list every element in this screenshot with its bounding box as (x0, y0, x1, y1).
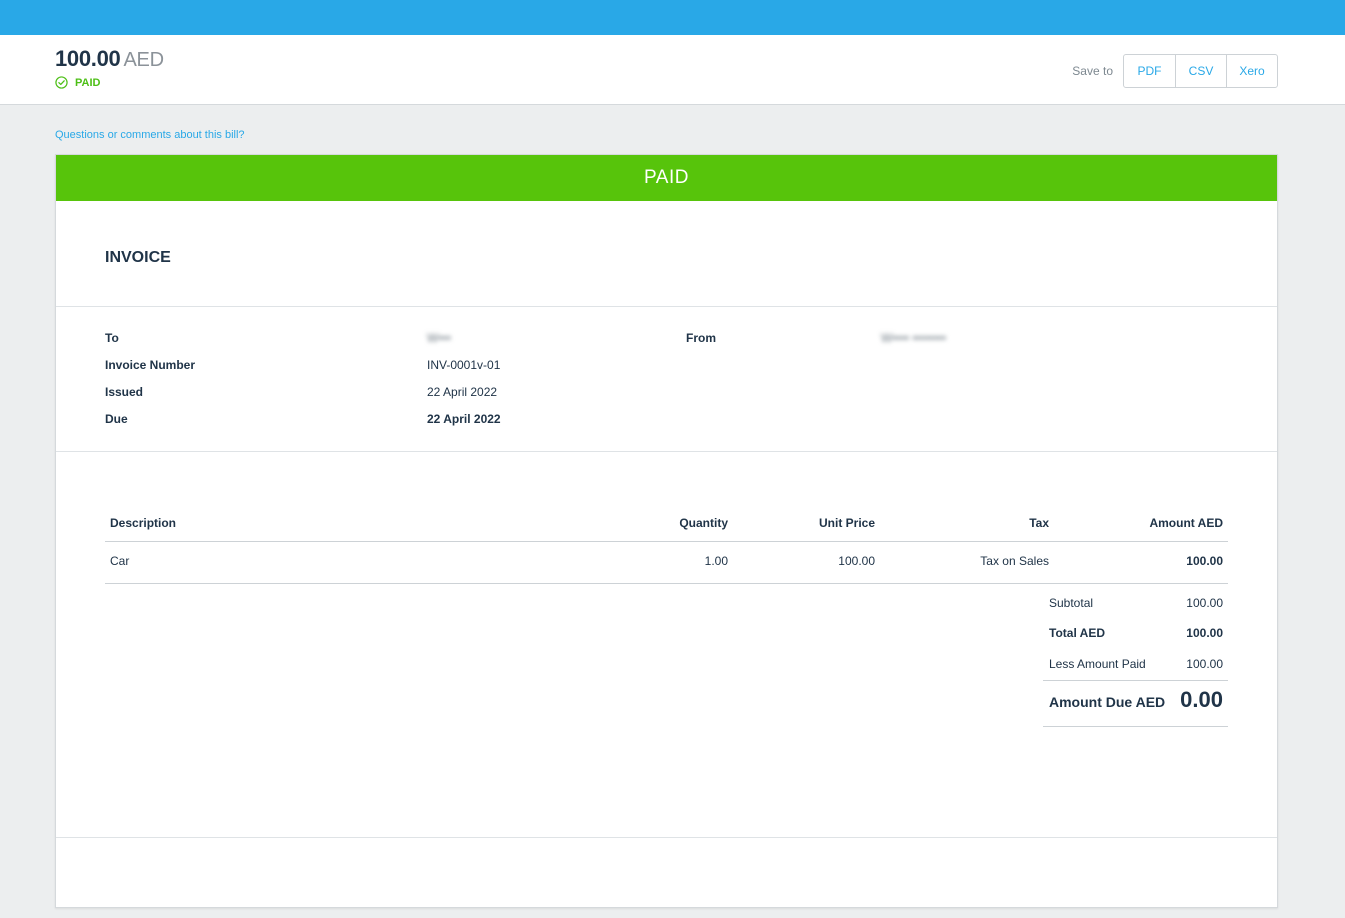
subtotal-value: 100.00 (1186, 596, 1223, 610)
due-label: Due (105, 412, 128, 426)
amount-paid-value: 100.00 (1186, 657, 1223, 671)
bill-header: 100.00 AED PAID Save to PDF CSV Xero (0, 35, 1345, 105)
table-header-rule (105, 541, 1228, 542)
export-button-group: PDF CSV Xero (1123, 54, 1278, 88)
row-quantity: 1.00 (704, 554, 728, 568)
status-badge: PAID (55, 76, 100, 89)
amount-value: 100.00 (55, 46, 121, 71)
top-bar (0, 0, 1345, 35)
issued-label: Issued (105, 385, 144, 399)
col-header-tax: Tax (1029, 516, 1049, 530)
bill-amount: 100.00 AED (55, 46, 164, 72)
total-label: Total AED (1049, 626, 1105, 640)
due-value: 22 April 2022 (427, 412, 501, 426)
to-label: To (105, 331, 119, 345)
totals-bottom-rule (1043, 726, 1228, 727)
amount-currency: AED (123, 49, 165, 71)
check-circle-icon (55, 76, 68, 89)
save-csv-button[interactable]: CSV (1175, 55, 1226, 87)
col-header-amount: Amount AED (1149, 516, 1223, 530)
amount-paid-label: Less Amount Paid (1049, 657, 1146, 671)
totals-rule (1043, 680, 1228, 681)
save-pdf-button[interactable]: PDF (1124, 55, 1175, 87)
from-value: W•••• •••••••• (881, 331, 947, 345)
footer-divider (56, 837, 1277, 838)
divider (56, 306, 1277, 307)
table-row-rule (105, 583, 1228, 584)
save-xero-button[interactable]: Xero (1226, 55, 1277, 87)
save-to-group: Save to PDF CSV Xero (1072, 54, 1278, 88)
row-description: Car (110, 554, 130, 568)
status-text: PAID (75, 76, 101, 89)
invoice-number-value: INV-0001v-01 (427, 358, 501, 372)
from-label: From (686, 331, 716, 345)
col-header-description: Description (110, 516, 177, 530)
amount-due-value: 0.00 (1180, 687, 1223, 712)
to-value: W••• (427, 331, 451, 345)
row-amount: 100.00 (1186, 554, 1223, 568)
total-value: 100.00 (1186, 626, 1223, 640)
save-to-label: Save to (1072, 64, 1113, 78)
paid-banner: PAID (56, 155, 1277, 201)
subtotal-label: Subtotal (1049, 596, 1094, 610)
amount-due-label: Amount Due AED (1049, 694, 1166, 710)
invoice-title: INVOICE (105, 249, 171, 266)
col-header-unit-price: Unit Price (818, 516, 875, 530)
invoice-number-label: Invoice Number (105, 358, 196, 372)
row-unit-price: 100.00 (838, 554, 875, 568)
invoice-card: PAID INVOICE To W••• From W•••• ••••••••… (55, 154, 1278, 908)
issued-value: 22 April 2022 (427, 385, 498, 399)
row-tax: Tax on Sales (980, 554, 1049, 568)
divider (56, 451, 1277, 452)
questions-link[interactable]: Questions or comments about this bill? (55, 129, 245, 141)
col-header-quantity: Quantity (679, 516, 728, 530)
